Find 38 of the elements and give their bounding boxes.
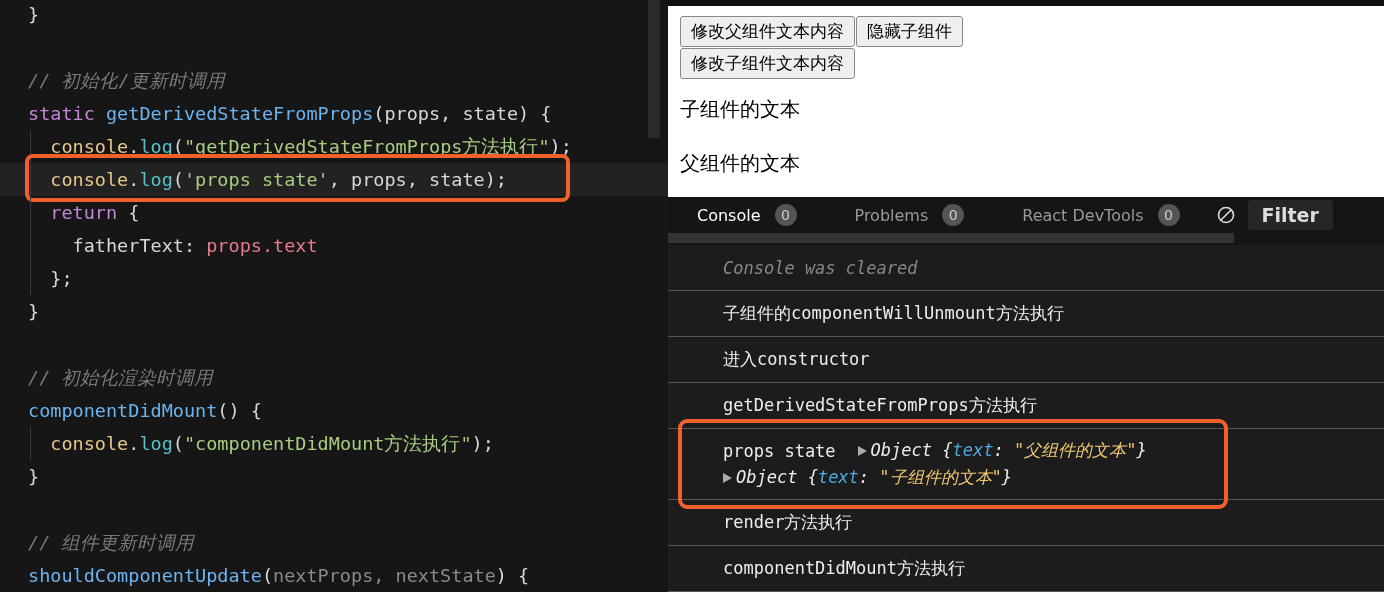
devtools-tab[interactable]: Console 0: [697, 204, 797, 226]
console-message: getDerivedStateFromProps方法执行: [723, 394, 1037, 417]
page-button[interactable]: 隐藏子组件: [856, 16, 963, 47]
code-line: shouldComponentUpdate(nextProps, nextState) {: [28, 565, 530, 586]
devtools-tab[interactable]: React DevTools 0: [1022, 204, 1180, 226]
console-message: componentDidMount方法执行: [723, 557, 965, 580]
console-message: render方法执行: [723, 511, 853, 534]
code-line: };: [49, 268, 73, 289]
code-line: // 组件更新时调用: [28, 531, 195, 555]
object-preview[interactable]: Object {text: "子组件的文本"}: [736, 466, 1013, 489]
count-badge: 0: [1157, 204, 1180, 226]
code-line: return {: [49, 202, 140, 223]
clear-icon[interactable]: [1215, 205, 1236, 225]
code-line: console.log("componentDidMount方法执行");: [49, 432, 494, 456]
page-text: 父组件的文本: [680, 151, 801, 175]
code-line: componentDidMount() {: [28, 400, 262, 421]
console-message: 进入constructor: [723, 348, 870, 371]
code-line: // 初始化渲染时调用: [28, 366, 214, 390]
code-line: fatherText: props.text: [71, 235, 318, 256]
object-preview[interactable]: Object {text: "父组件的文本"}: [870, 439, 1147, 462]
expand-caret-icon[interactable]: [857, 445, 867, 456]
code-line: }: [28, 4, 40, 25]
count-badge: 0: [942, 204, 965, 226]
code-line: console.log('props state', props, state);: [49, 169, 507, 190]
code-line: // 初始化/更新时调用: [28, 69, 225, 93]
code-line: static getDerivedStateFromProps(props, state) {: [28, 103, 552, 124]
expand-caret-icon[interactable]: [723, 472, 732, 483]
filter-field[interactable]: Filter: [1247, 200, 1333, 230]
page-button[interactable]: 修改父组件文本内容: [680, 16, 855, 47]
console-message: Console was cleared: [723, 257, 918, 278]
count-badge: 0: [774, 204, 797, 226]
page-text: 子组件的文本: [680, 97, 801, 121]
devtools-tab[interactable]: Problems 0: [854, 204, 965, 226]
console-message: 子组件的componentWillUnmount方法执行: [723, 302, 1064, 325]
page-button[interactable]: 修改子组件文本内容: [680, 48, 855, 79]
code-line: }: [28, 466, 40, 487]
console-message: props state: [723, 440, 836, 461]
code-line: }: [28, 301, 40, 322]
